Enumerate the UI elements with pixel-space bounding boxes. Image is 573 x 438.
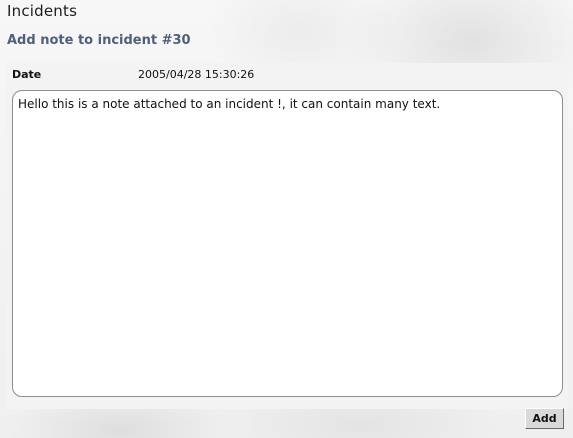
date-label: Date <box>12 68 42 81</box>
note-textarea[interactable]: Hello this is a note attached to an inci… <box>12 90 563 397</box>
page-title: Incidents <box>7 2 78 20</box>
form-heading: Add note to incident #30 <box>7 33 191 48</box>
date-value: 2005/04/28 15:30:26 <box>138 68 255 81</box>
add-button[interactable]: Add <box>525 408 564 429</box>
